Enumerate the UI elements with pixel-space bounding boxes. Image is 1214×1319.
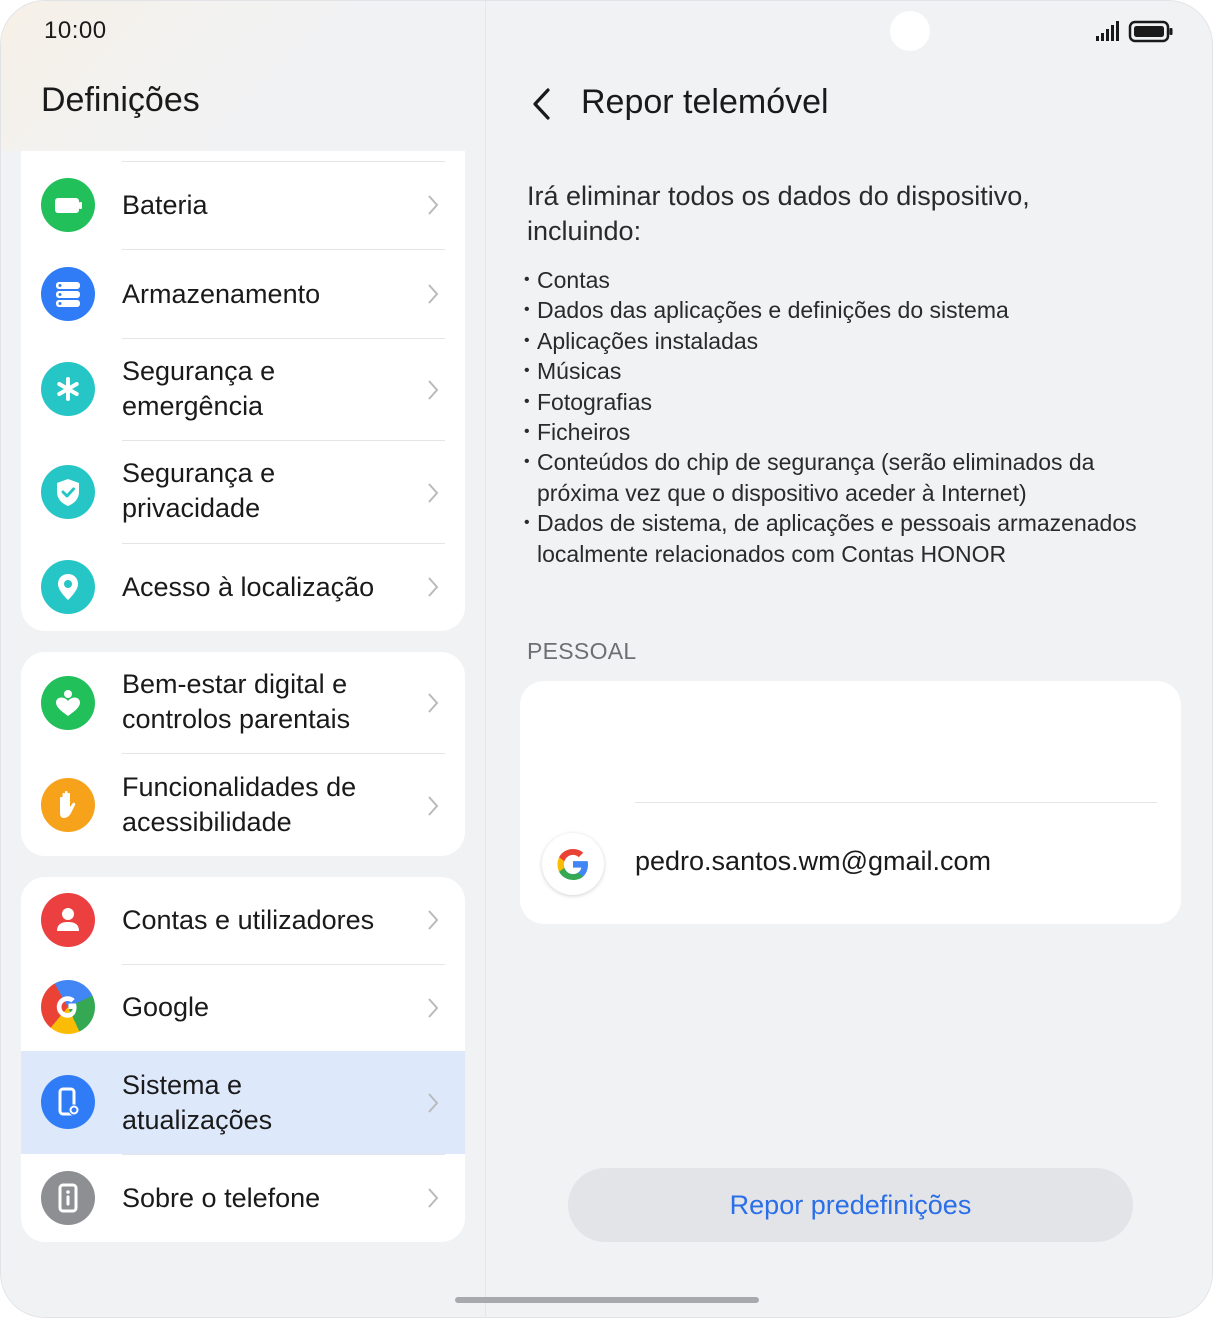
status-icons xyxy=(1096,19,1176,50)
list-item: Contas xyxy=(524,265,1164,296)
location-pin-icon xyxy=(41,560,95,614)
settings-item-accessibility[interactable]: Funcionalidades de acessibilidade xyxy=(21,754,465,856)
settings-item-label: Armazenamento xyxy=(122,279,321,309)
chevron-right-icon xyxy=(428,195,439,215)
settings-group-1: Bateria Armazenamento Segurança e emergê… xyxy=(21,151,465,631)
settings-item-label: Sistema e atualizações xyxy=(122,1070,273,1135)
settings-item-label: Segurança e emergência xyxy=(122,356,276,421)
back-arrow-icon[interactable] xyxy=(526,83,566,127)
settings-item-label: Acesso à localização xyxy=(122,572,375,602)
settings-item-label: Bem-estar digital e controlos parentais xyxy=(122,669,351,734)
list-item: Músicas xyxy=(524,356,1164,387)
list-item: Conteúdos do chip de segurança (serão el… xyxy=(524,447,1164,508)
account-card: pedro.santos.wm@gmail.com xyxy=(520,681,1181,924)
camera-cutout xyxy=(890,11,930,51)
hand-icon xyxy=(41,778,95,832)
settings-item-digital-wellbeing[interactable]: Bem-estar digital e controlos parentais xyxy=(21,652,465,753)
list-item: Dados de sistema, de aplicações e pessoa… xyxy=(524,508,1164,569)
settings-item-accounts[interactable]: Contas e utilizadores xyxy=(21,877,465,964)
system-update-icon xyxy=(41,1075,95,1129)
settings-item-about-phone[interactable]: Sobre o telefone xyxy=(21,1155,465,1242)
settings-item-location[interactable]: Acesso à localização xyxy=(21,544,465,631)
chevron-right-icon xyxy=(428,1093,439,1113)
chevron-right-icon xyxy=(428,483,439,503)
chevron-right-icon xyxy=(428,1188,439,1208)
settings-item-label: Funcionalidades de acessibilidade xyxy=(122,772,357,837)
reset-phone-pane: Repor telemóvel Irá eliminar todos os da… xyxy=(486,1,1212,1317)
settings-item-label: Google xyxy=(122,992,210,1022)
settings-item-system[interactable]: Sistema e atualizações xyxy=(21,1051,465,1154)
storage-icon xyxy=(41,267,95,321)
settings-header: 10:00 Definições xyxy=(1,1,485,151)
chevron-right-icon xyxy=(428,284,439,304)
google-icon xyxy=(41,980,95,1034)
settings-group-3: Contas e utilizadores Google Sistema e a… xyxy=(21,877,465,1242)
section-header: PESSOAL xyxy=(527,638,637,664)
page-title: Definições xyxy=(41,81,200,119)
reset-intro-text: Irá eliminar todos os dados do dispositi… xyxy=(527,181,1030,246)
settings-item-security-privacy[interactable]: Segurança e privacidade xyxy=(21,441,465,543)
row-divider xyxy=(635,802,1157,803)
chevron-right-icon xyxy=(428,693,439,713)
battery-icon xyxy=(41,178,95,232)
settings-item-storage[interactable]: Armazenamento xyxy=(21,250,465,338)
page-title: Repor telemóvel xyxy=(581,83,829,121)
google-icon xyxy=(542,833,604,895)
account-email: pedro.santos.wm@gmail.com xyxy=(635,846,992,876)
info-phone-icon xyxy=(41,1171,95,1225)
list-item: Dados das aplicações e definições do sis… xyxy=(524,295,1164,326)
list-item: Aplicações instaladas xyxy=(524,326,1164,357)
reset-button[interactable]: Repor predefinições xyxy=(568,1168,1133,1242)
settings-pane: 10:00 Definições Bateria Armazenamento S… xyxy=(1,1,485,1317)
settings-item-label: Segurança e privacidade xyxy=(122,458,276,523)
person-icon xyxy=(41,893,95,947)
data-list: Contas Dados das aplicações e definições… xyxy=(524,265,1164,569)
settings-item-label: Contas e utilizadores xyxy=(122,905,375,935)
chevron-right-icon xyxy=(428,910,439,930)
battery-status-icon xyxy=(1128,20,1173,43)
chevron-right-icon xyxy=(428,577,439,597)
settings-item-label: Sobre o telefone xyxy=(122,1183,321,1213)
chevron-right-icon xyxy=(428,380,439,400)
list-item: Ficheiros xyxy=(524,417,1164,448)
asterisk-icon xyxy=(41,362,95,416)
settings-item-safety-emergency[interactable]: Segurança e emergência xyxy=(21,339,465,440)
status-time: 10:00 xyxy=(44,17,107,44)
settings-item-google[interactable]: Google xyxy=(21,965,465,1051)
settings-item-battery[interactable]: Bateria xyxy=(21,161,465,249)
signal-icon xyxy=(1096,20,1173,43)
settings-item-label: Bateria xyxy=(122,190,208,220)
chevron-right-icon xyxy=(428,796,439,816)
list-item: Fotografias xyxy=(524,387,1164,418)
shield-icon xyxy=(41,465,95,519)
settings-group-2: Bem-estar digital e controlos parentais … xyxy=(21,652,465,856)
wellbeing-icon xyxy=(41,676,95,730)
device-screen: 10:00 Definições Bateria Armazenamento S… xyxy=(1,1,1212,1317)
home-indicator[interactable] xyxy=(455,1297,759,1303)
chevron-right-icon xyxy=(428,998,439,1018)
